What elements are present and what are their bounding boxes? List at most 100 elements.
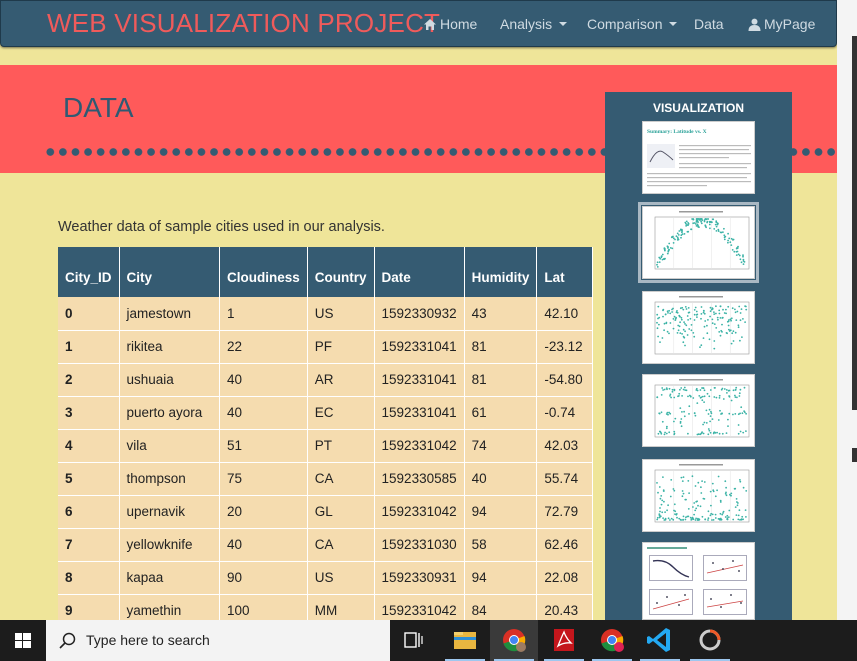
viz-thumbnail-wind[interactable] [642,459,755,532]
scatter-point [730,492,733,495]
column-header[interactable]: Country [307,247,375,297]
scatter-point [705,422,708,424]
nav-data[interactable]: Data [694,16,724,32]
chrome-icon [601,629,624,652]
table-row: 8 kapaa 90 US 1592330931 94 22.08 [58,561,593,595]
scatter-point [734,413,737,415]
table-cell-humidity: 84 [464,594,538,620]
table-header-row: City_ID City Cloudiness Country Date Hum… [58,247,593,297]
scatter-point [658,412,661,415]
scatter-point [656,516,659,519]
taskbar-chrome-active[interactable] [490,620,538,661]
taskbar-vscode[interactable] [636,620,684,661]
folder-icon [454,632,476,649]
nav-home[interactable]: Home [423,16,477,32]
scatter-point [739,319,742,322]
scatter-point [662,517,664,519]
scatter-point [719,512,722,515]
viz-thumbnail-regression[interactable] [642,542,755,620]
viz-thumbnail-summary[interactable]: Summary: Latitude vs. X [642,121,755,194]
scatter-point [693,502,696,504]
nav-analysis-dropdown[interactable]: Analysis [500,16,568,32]
scatter-point [664,511,666,513]
regression-grid-thumbnail [647,547,747,615]
scatter-point [662,389,664,391]
taskbar-app[interactable] [686,620,734,661]
browser-scrollbar-thumb[interactable] [852,36,857,410]
table-cell-lat: 55.74 [536,462,593,496]
scatter-point [727,324,730,327]
scatter-point [734,394,736,397]
scatter-point [737,432,740,435]
scatter-point [660,503,663,506]
table-cell-humidity: 43 [464,297,538,331]
task-view-button[interactable] [390,620,438,661]
scatter-point [703,310,705,312]
scatter-point [740,261,743,264]
scatter-point [738,509,741,512]
viz-thumbnail-cloudiness[interactable] [642,374,755,447]
scatter-point [718,397,721,399]
scatter-point [709,415,712,417]
taskbar-chrome-profile[interactable] [588,620,636,661]
scatter-point [742,263,745,265]
table-cell-city: ushuaia [119,363,221,397]
table-cell-lat: 72.79 [536,495,593,529]
scatter-point [693,319,696,321]
scatter-point [732,330,735,333]
taskbar-pdf-reader[interactable] [540,620,588,661]
chrome-icon [503,629,526,652]
viz-thumbnail-temperature[interactable] [638,202,759,283]
table-cell-cloudiness: 100 [219,594,308,620]
scatter-point [673,420,675,423]
brand-title[interactable]: WEB VISUALIZATION PROJECT [47,8,440,39]
scatter-point [739,312,742,314]
scatter-point [742,431,745,434]
scatter-point [709,306,712,309]
scatter-point [661,511,664,514]
taskbar-file-explorer[interactable] [441,620,489,661]
start-button[interactable] [0,620,46,661]
scatter-point [660,394,663,396]
scatter-point [678,314,681,317]
scatter-point [724,480,727,483]
scatter-point [725,491,727,494]
scatter-point [723,236,726,239]
viz-thumbnail-humidity[interactable] [642,291,755,364]
scatter-point [678,392,681,395]
scatter-point [690,518,693,520]
column-header[interactable]: Humidity [464,247,538,297]
scatter-point [728,237,731,240]
scatter-point [695,387,698,390]
column-header[interactable]: Cloudiness [219,247,308,297]
scatter-point [736,504,739,507]
scatter-point [709,420,711,423]
vscode-icon [647,628,670,652]
scatter-point [733,250,736,253]
column-header[interactable]: Lat [536,247,593,297]
nav-comparison-dropdown[interactable]: Comparison [587,16,678,32]
scatter-point [681,395,683,397]
nav-mypage[interactable]: MyPage [748,16,815,32]
scatter-point [722,398,725,400]
table-cell-humidity: 81 [464,330,538,364]
scatter-point [666,425,668,428]
column-header[interactable]: City [119,247,221,297]
scatter-point [658,323,660,326]
scatter-point [735,386,738,389]
scatter-point [700,317,702,320]
scatter-point [693,513,695,516]
scatter-point [659,507,661,509]
scatter-point [738,305,741,308]
scatter-point [723,227,725,230]
scatter-point [668,411,670,414]
scatter-point [656,482,658,484]
scatter-point [670,479,673,481]
column-header[interactable]: City_ID [58,247,120,297]
column-header[interactable]: Date [374,247,465,297]
scatter-point [740,308,743,310]
scatter-point [735,514,738,516]
table-cell-country: GL [307,495,375,529]
taskbar-search-box[interactable]: Type here to search [46,620,390,661]
table-cell-country: US [307,561,375,595]
